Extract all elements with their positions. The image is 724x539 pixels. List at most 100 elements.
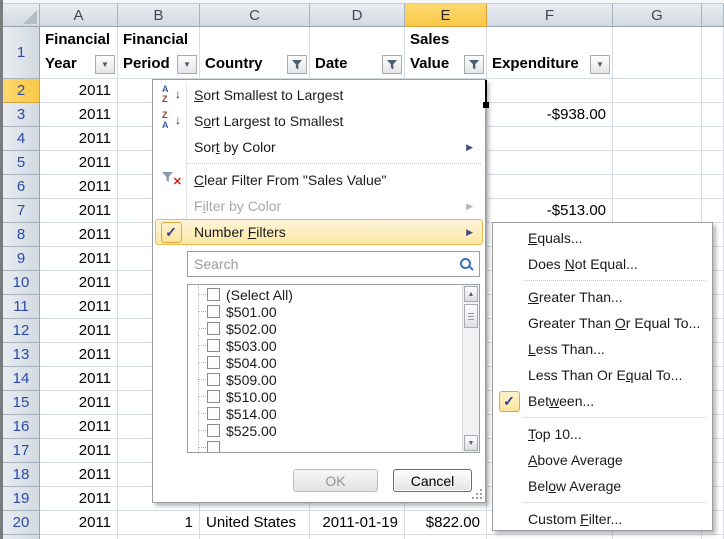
value-item[interactable]: $514.00 [188,405,462,422]
value-item[interactable]: $510.00 [188,388,462,405]
search-icon[interactable] [460,258,471,269]
cell-a19[interactable]: 2011 [40,487,118,511]
cell-a13[interactable]: 2011 [40,343,118,367]
column-header-G[interactable]: G [613,4,702,27]
cell-g6[interactable] [613,175,702,199]
menu-item-below-average[interactable]: Below Average [495,473,710,499]
cell-a10[interactable]: 2011 [40,271,118,295]
header-cell-date[interactable]: Date [310,27,405,79]
checkbox-unchecked[interactable] [207,424,220,437]
row-header-12[interactable]: 12 [3,319,40,343]
row-header-5[interactable]: 5 [3,151,40,175]
cell-a20[interactable]: 2011 [40,511,118,535]
active-cell-fill-handle[interactable] [483,102,489,108]
header-cell-expenditure[interactable]: Expenditure▼ [487,27,613,79]
checkbox-unchecked[interactable] [207,305,220,318]
row-header-3[interactable]: 3 [3,103,40,127]
cell-a7[interactable]: 2011 [40,199,118,223]
cell-a4[interactable]: 2011 [40,127,118,151]
checkbox-unchecked[interactable] [207,441,220,452]
row-header-7[interactable]: 7 [3,199,40,223]
header-cell-value[interactable]: SalesValue [405,27,487,79]
column-header-F[interactable]: F [487,4,613,27]
cell-a8[interactable]: 2011 [40,223,118,247]
row-header-6[interactable]: 6 [3,175,40,199]
value-item[interactable] [188,439,462,452]
value-item-select-all[interactable]: (Select All) [188,286,462,303]
row-header-partial[interactable] [3,535,40,539]
ok-button[interactable]: OK [293,469,378,492]
cell-e[interactable] [405,535,487,539]
list-scrollbar[interactable]: ▲ ▼ [462,285,479,452]
row-header-14[interactable]: 14 [3,367,40,391]
menu-item-top-10[interactable]: Top 10... [495,421,710,447]
cell-f5[interactable] [487,151,613,175]
cell-e20[interactable]: $822.00 [405,511,487,535]
search-input[interactable] [187,251,480,277]
menu-item-custom-filter[interactable]: Custom Filter... [495,506,710,532]
cell-a15[interactable]: 2011 [40,391,118,415]
filter-applied-button[interactable] [287,55,307,74]
cell-a9[interactable]: 2011 [40,247,118,271]
cell-g5[interactable] [613,151,702,175]
row-header-2[interactable]: 2 [3,79,40,103]
cell-a11[interactable]: 2011 [40,295,118,319]
menu-item-less-than-or-equal-to[interactable]: Less Than Or Equal To... [495,362,710,388]
row-header-15[interactable]: 15 [3,391,40,415]
value-item[interactable]: $502.00 [188,320,462,337]
menu-item-between[interactable]: ✓Between... [495,388,710,414]
dropdown-arrow-button[interactable]: ▼ [95,55,115,74]
menu-item-sort-by-color[interactable]: Sort by Color▶ [155,134,483,160]
cell-g4[interactable] [613,127,702,151]
resize-grip[interactable] [470,489,482,499]
row-header-18[interactable]: 18 [3,463,40,487]
header-cell-country[interactable]: Country [200,27,310,79]
menu-item-greater-than[interactable]: Greater Than... [495,284,710,310]
column-header-B[interactable]: B [118,4,200,27]
row-header-16[interactable]: 16 [3,415,40,439]
cell-a3[interactable]: 2011 [40,103,118,127]
value-item[interactable]: $501.00 [188,303,462,320]
select-all-corner[interactable] [3,4,40,27]
cell-g2[interactable] [613,79,702,103]
menu-item-does-not-equal[interactable]: Does Not Equal... [495,251,710,277]
row-header-13[interactable]: 13 [3,343,40,367]
dropdown-arrow-button[interactable]: ▼ [177,55,197,74]
scroll-down-button[interactable]: ▼ [464,435,478,451]
menu-item-sort-smallest-to-largest[interactable]: AZ↓Sort Smallest to Largest [155,82,483,108]
cell-f7[interactable]: -$513.00 [487,199,613,223]
menu-item-above-average[interactable]: Above Average [495,447,710,473]
cell-g3[interactable] [613,103,702,127]
value-item[interactable]: $525.00 [188,422,462,439]
row-header-1[interactable]: 1 [3,27,40,79]
header-cell-period[interactable]: FinancialPeriod▼ [118,27,200,79]
cell-g7[interactable] [613,199,702,223]
dropdown-arrow-button[interactable]: ▼ [590,55,610,74]
cell-a5[interactable]: 2011 [40,151,118,175]
menu-item-number-filters[interactable]: ✓Number Filters▶ [155,219,483,245]
cell-f3[interactable]: -$938.00 [487,103,613,127]
checkbox-unchecked[interactable] [207,390,220,403]
cell-c[interactable] [200,535,310,539]
value-item[interactable]: $504.00 [188,354,462,371]
row-header-9[interactable]: 9 [3,247,40,271]
row-header-11[interactable]: 11 [3,295,40,319]
cell-b[interactable] [118,535,200,539]
scroll-up-button[interactable]: ▲ [464,286,478,302]
cell-b20[interactable]: 1 [118,511,200,535]
filter-applied-button[interactable] [382,55,402,74]
cell-d[interactable] [310,535,405,539]
column-header-C[interactable]: C [200,4,310,27]
value-item[interactable]: $509.00 [188,371,462,388]
menu-item-equals[interactable]: Equals... [495,225,710,251]
scrollbar-thumb[interactable] [464,304,478,328]
header-cell-year[interactable]: FinancialYear▼ [40,27,118,79]
menu-item-less-than[interactable]: Less Than... [495,336,710,362]
row-header-17[interactable]: 17 [3,439,40,463]
cell-f2[interactable] [487,79,613,103]
value-item[interactable]: $503.00 [188,337,462,354]
cell-c20[interactable]: United States [200,511,310,535]
column-header-A[interactable]: A [40,4,118,27]
menu-item-clear-filter[interactable]: ✕Clear Filter From "Sales Value" [155,167,483,193]
row-header-19[interactable]: 19 [3,487,40,511]
